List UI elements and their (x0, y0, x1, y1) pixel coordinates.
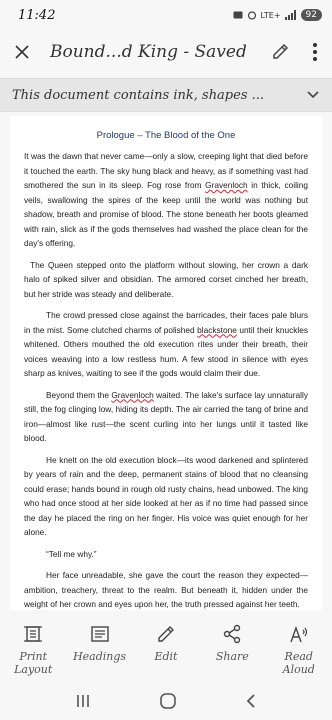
headings-icon (90, 626, 109, 642)
print-layout-icon (24, 626, 43, 642)
document-heading: Prologue – The Blood of the One (96, 130, 236, 141)
tool-label: Edit (154, 650, 178, 663)
close-icon (15, 45, 29, 59)
notice-text: This document contains ink, shapes ... (12, 87, 265, 103)
pen-mode-button[interactable] (264, 30, 298, 74)
recent-apps-icon (76, 695, 89, 707)
misspelled-word[interactable]: blackstone (197, 325, 237, 335)
pen-icon (273, 43, 289, 59)
paragraph: It was the dawn that never came—only a s… (24, 151, 308, 248)
more-options-button[interactable] (298, 30, 332, 74)
share-button[interactable]: Share (202, 622, 262, 686)
home-icon (160, 693, 176, 709)
paragraph: The crowd pressed close against the barr… (24, 310, 308, 378)
signal-icon (284, 10, 297, 20)
back-button[interactable] (244, 693, 258, 713)
home-button[interactable] (159, 692, 177, 714)
status-time: 11:42 (18, 7, 56, 23)
photo-icon (233, 10, 243, 20)
status-icons: LTE+ 92 (233, 9, 322, 21)
share-icon (224, 624, 241, 644)
system-nav-bar (0, 686, 332, 720)
misspelled-word[interactable]: Gravenloch (205, 180, 247, 190)
paragraph: Beyond them the Gravenloch waited. The l… (24, 389, 308, 444)
network-label: LTE+ (260, 10, 281, 20)
content-notice-banner[interactable]: This document contains ink, shapes ... (0, 78, 332, 112)
headings-button[interactable]: Headings (70, 622, 130, 686)
tool-label: Read Aloud (282, 650, 315, 676)
misspelled-word[interactable]: Gravenloch (111, 390, 153, 400)
tool-label: Print Layout (14, 650, 53, 676)
document-title: Bound...d King - Saved (50, 42, 247, 62)
paragraph: The Queen stepped onto the platform with… (24, 259, 308, 299)
more-vertical-icon (313, 43, 317, 61)
battery-indicator: 92 (300, 9, 322, 21)
chevron-down-icon (307, 91, 319, 99)
alarm-icon (247, 10, 257, 20)
app-bar: Bound...d King - Saved (0, 30, 332, 74)
paragraph: He knelt on the old execution block—its … (24, 454, 308, 538)
paragraph: Her face unreadable, she gave the court … (24, 570, 308, 609)
tool-label: Share (215, 650, 249, 663)
status-bar: 11:42 LTE+ 92 (0, 0, 332, 30)
bottom-toolbar: Print Layout Headings Edit Share Read Al… (0, 612, 332, 686)
pencil-icon (158, 626, 174, 642)
print-layout-button[interactable]: Print Layout (3, 622, 63, 686)
document-page[interactable]: Prologue – The Blood of the One It was t… (10, 116, 322, 610)
tool-label: Headings (73, 650, 127, 663)
paragraph: “Tell me why.” (46, 548, 97, 559)
read-aloud-icon (290, 625, 307, 643)
edit-button[interactable]: Edit (136, 622, 196, 686)
close-button[interactable] (0, 30, 44, 74)
recent-apps-button[interactable] (74, 693, 92, 713)
read-aloud-button[interactable]: Read Aloud (269, 622, 329, 686)
back-icon (247, 694, 255, 708)
